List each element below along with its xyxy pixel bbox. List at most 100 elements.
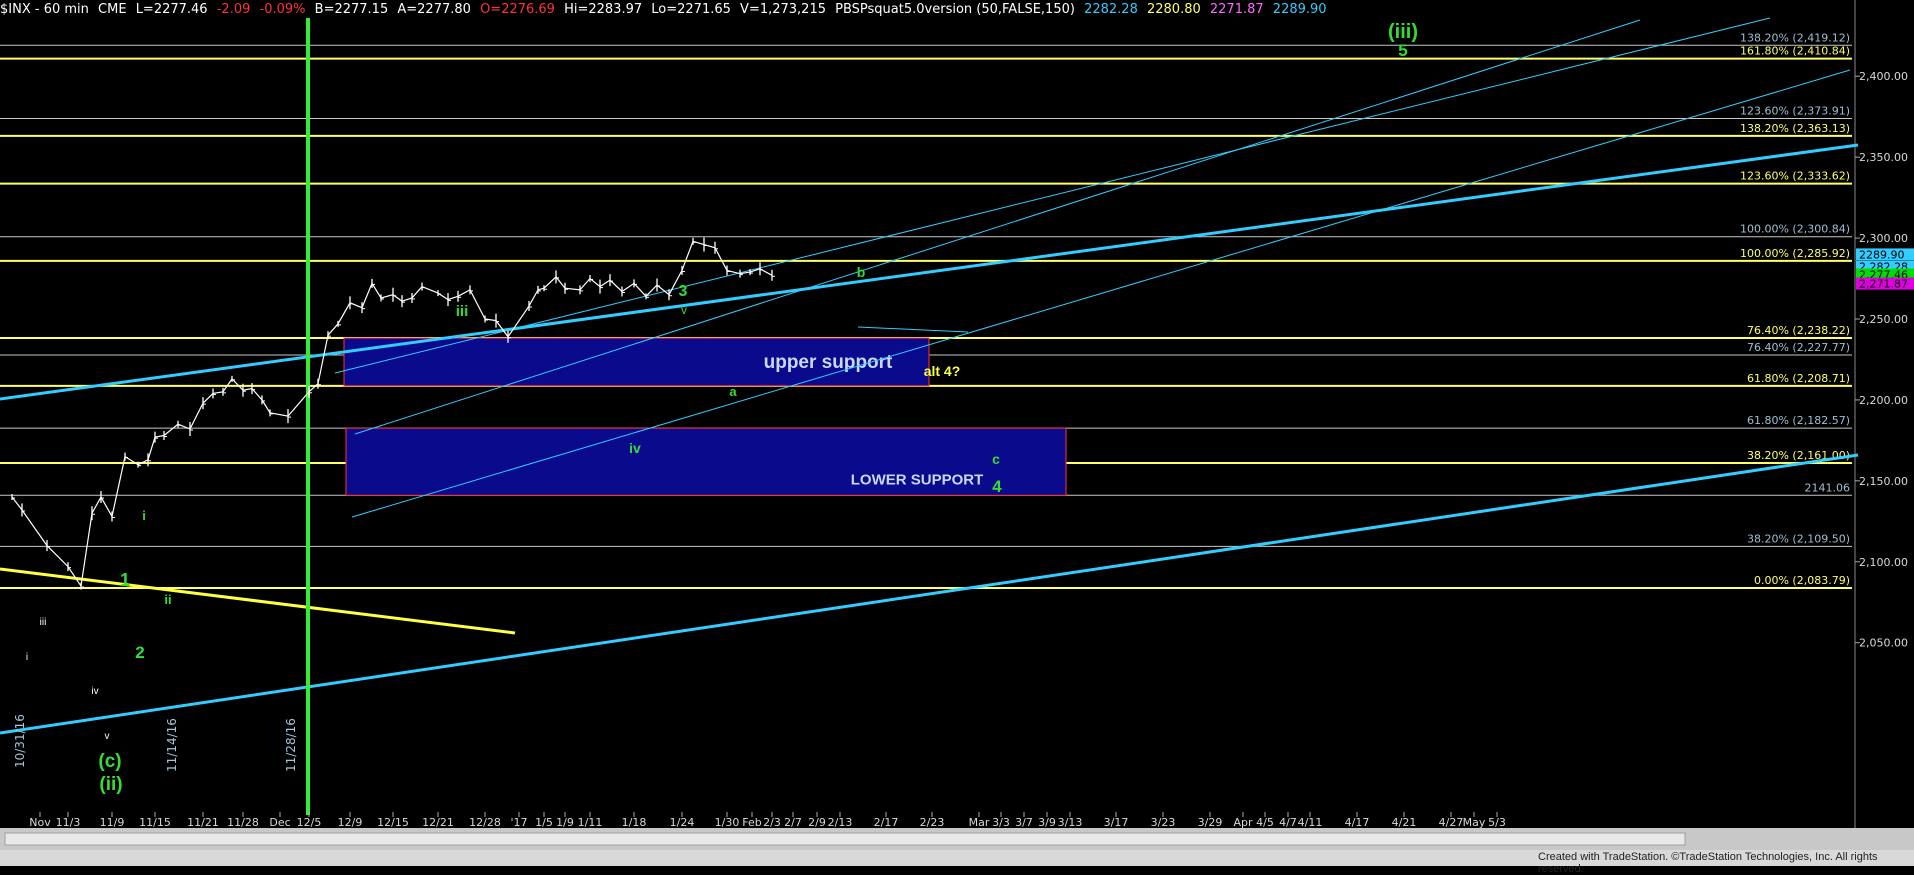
wave-label: v <box>681 303 687 317</box>
wave-label: iii <box>456 303 469 320</box>
fib-level-label: 0.00% (2,083.79) <box>1754 574 1850 587</box>
x-tick-label: 4/7 <box>1279 816 1297 829</box>
study-value-1: 2282.28 <box>1084 2 1138 17</box>
fib-level-label: 2141.06 <box>1805 481 1851 494</box>
wave-label: a <box>729 384 737 399</box>
x-tick-label: 3/3 <box>992 816 1010 829</box>
x-tick-label: Dec <box>269 816 290 829</box>
exchange-label: CME <box>98 2 127 17</box>
y-tick-label: 2,400.00 <box>1859 70 1908 83</box>
wave-label: i <box>142 508 146 523</box>
y-tick-label: 2,250.00 <box>1859 313 1908 326</box>
wave-label: (iii) <box>1388 21 1418 43</box>
change-value: -2.09 <box>216 2 251 17</box>
x-tick-label: 1/30 <box>715 816 740 829</box>
high-price: Hi=2283.97 <box>564 2 643 17</box>
date-stamp: 10/31/16 <box>13 714 27 768</box>
wave-label: 3 <box>679 283 688 300</box>
x-tick-label: 1/9 <box>556 816 574 829</box>
x-tick-label: 1/5 <box>535 816 553 829</box>
y-tick-label: 2,300.00 <box>1859 232 1908 245</box>
bid-price: B=2277.15 <box>314 2 389 17</box>
fib-level-label: 76.40% (2,238.22) <box>1747 324 1850 337</box>
wave-label: iv <box>629 440 641 456</box>
x-tick-label: 12/9 <box>338 816 363 829</box>
x-tick-label: 4/11 <box>1298 816 1323 829</box>
study-value-4: 2289.90 <box>1272 2 1327 17</box>
x-tick-label: 3/29 <box>1198 816 1223 829</box>
wave-label: iii <box>40 617 47 628</box>
x-tick-label: 1/11 <box>578 816 603 829</box>
study-value-2: 2280.80 <box>1146 2 1201 17</box>
x-tick-label: 5/3 <box>1488 816 1506 829</box>
ask-price: A=2277.80 <box>397 2 471 17</box>
date-stamp: 11/14/16 <box>165 718 179 772</box>
price-chart[interactable]: 138.20% (2,419.12)161.80% (2,410.84) 123.… <box>0 0 1914 866</box>
y-tick-label: 2,350.00 <box>1859 151 1908 164</box>
x-tick-label: 2/17 <box>874 816 899 829</box>
y-tick-label: 2,200.00 <box>1859 394 1908 407</box>
fib-level-label: 161.80% (2,410.84) <box>1740 45 1850 58</box>
fib-level-label: 61.80% (2,208.71) <box>1747 372 1850 385</box>
fib-level-label: 76.40% (2,227.77) <box>1747 341 1850 354</box>
x-tick-label: 2/9 <box>808 816 826 829</box>
x-tick-label: 4/5 <box>1256 816 1274 829</box>
wave-label: 5 <box>1398 41 1407 60</box>
wave-label: 2 <box>135 643 144 662</box>
wave-label: c <box>992 451 1000 467</box>
study-name: PBSPsquat5.0version (50,FALSE,150) <box>835 2 1075 17</box>
x-tick-label: May <box>1463 816 1486 829</box>
x-tick-label: 2/23 <box>920 816 945 829</box>
wave-label: v <box>105 731 110 742</box>
x-tick-label: 3/7 <box>1015 816 1033 829</box>
x-tick-label: Mar <box>969 816 990 829</box>
wave-label: iv <box>91 686 98 697</box>
x-tick-label: 2/7 <box>784 816 802 829</box>
wave-label: (c) <box>98 751 121 772</box>
x-tick-label: 12/21 <box>422 816 454 829</box>
fib-level-label: 100.00% (2,285.92) <box>1740 247 1850 260</box>
y-tick-label: 2,100.00 <box>1859 556 1908 569</box>
x-tick-label: Apr <box>1233 816 1253 829</box>
fib-level-label: 138.20% (2,419.12) <box>1740 31 1850 44</box>
fib-level-label: 61.80% (2,182.57) <box>1747 414 1850 427</box>
y-tick-label: 2,150.00 <box>1859 475 1908 488</box>
fib-level-label: 123.60% (2,333.62) <box>1740 170 1850 183</box>
x-tick-label: 2/3 <box>763 816 781 829</box>
fib-level-label: 100.00% (2,300.84) <box>1740 223 1850 236</box>
change-percent: -0.09% <box>259 2 306 17</box>
fib-level-label: 123.60% (2,373.91) <box>1740 104 1850 117</box>
x-tick-label: Nov <box>29 816 51 829</box>
x-tick-label: 1/24 <box>670 816 695 829</box>
wave-label: alt 4? <box>924 363 961 379</box>
price-flag-label: 2289.90 <box>1859 248 1905 261</box>
wave-label: ii <box>164 592 171 607</box>
x-tick-label: 2/13 <box>828 816 853 829</box>
low-price: Lo=2271.65 <box>651 2 731 17</box>
x-tick-label: 11/15 <box>139 816 171 829</box>
scrollbar-thumb[interactable] <box>4 832 1686 846</box>
x-tick-label: 11/3 <box>56 816 81 829</box>
date-stamp: 11/28/16 <box>284 718 298 772</box>
wave-label: 4 <box>992 477 1002 496</box>
upper-support-label: upper support <box>764 352 893 373</box>
x-tick-label: Feb <box>742 816 761 829</box>
x-tick-label: 12/15 <box>377 816 409 829</box>
wave-label: i <box>26 652 28 663</box>
lower-support-label: LOWER SUPPORT <box>851 471 984 488</box>
footer-text: Created with TradeStation. ©TradeStation… <box>1538 851 1878 875</box>
x-tick-label: '17 <box>510 816 527 829</box>
symbol-label: $INX - 60 min <box>0 2 89 17</box>
fib-level-label: 138.20% (2,363.13) <box>1740 122 1850 135</box>
chart-header: $INX - 60 min CME L=2277.46 -2.09 -0.09%… <box>0 0 1860 20</box>
fib-level-label: 38.20% (2,161.00) <box>1747 449 1850 462</box>
x-tick-label: 4/27 <box>1439 816 1464 829</box>
x-tick-label: 12/28 <box>469 816 501 829</box>
x-tick-label: 3/23 <box>1151 816 1176 829</box>
x-tick-label: 3/17 <box>1104 816 1129 829</box>
wave-label: (ii) <box>99 774 122 795</box>
x-tick-label: 12/5 <box>297 816 322 829</box>
x-tick-label: 3/13 <box>1058 816 1083 829</box>
price-flag-label: 2,271.87 <box>1859 278 1908 291</box>
x-tick-label: 4/17 <box>1345 816 1370 829</box>
